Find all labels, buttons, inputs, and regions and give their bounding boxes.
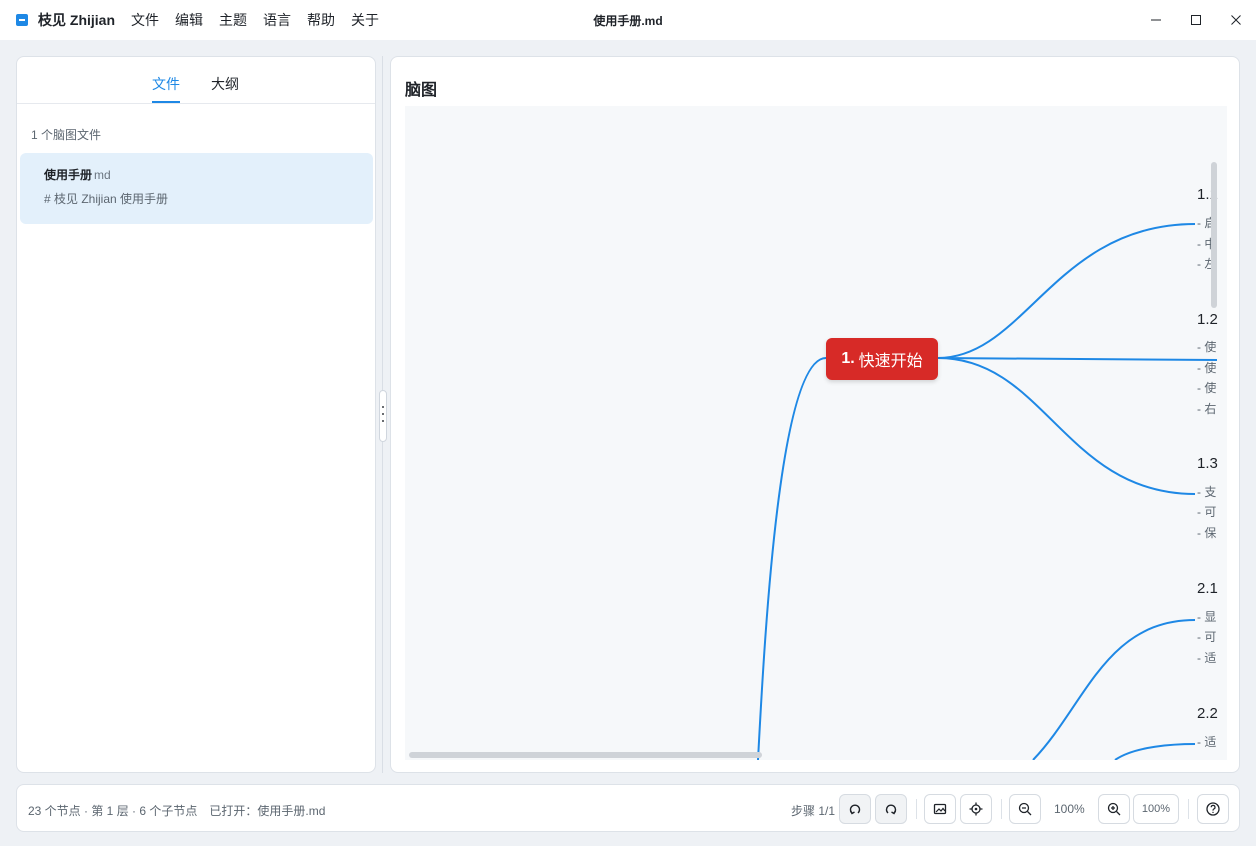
file-list-item[interactable]: 使用手册 md # 枝见 Zhijian 使用手册	[20, 153, 373, 224]
mindmap-links	[757, 223, 1218, 760]
mindmap-node-line: - 使	[1197, 361, 1217, 375]
mindmap-root-node[interactable]: 1. 快速开始	[826, 338, 938, 380]
link-to-2-1	[1032, 619, 1196, 760]
toolbar-divider	[1001, 799, 1002, 819]
menu-file[interactable]: 文件	[131, 10, 159, 30]
minimize-icon	[1151, 19, 1161, 21]
file-name-text: 使用手册	[44, 168, 93, 182]
link-parent-to-root	[757, 357, 827, 760]
menu-edit[interactable]: 编辑	[175, 10, 203, 30]
horizontal-scrollbar[interactable]	[409, 752, 762, 758]
mindmap-node-line: - 右	[1197, 402, 1217, 416]
mindmap-node-line: - 使	[1197, 340, 1217, 354]
app-logo-icon	[16, 14, 28, 26]
mindmap-canvas[interactable]: 1. 快速开始 1.1 - 启 - 中 - 左 1.2 - 使 - 使 - 使 …	[405, 106, 1227, 760]
vertical-scrollbar[interactable]	[1211, 162, 1217, 308]
active-tab-indicator	[152, 101, 180, 103]
file-preview: # 枝见 Zhijian 使用手册	[44, 192, 169, 206]
zoom-in-icon	[1107, 802, 1121, 816]
link-root-to-1-1	[937, 223, 1196, 359]
undo-button[interactable]	[839, 794, 871, 824]
step-indicator: 步骤 1/1	[791, 804, 836, 818]
panel-title: 脑图	[405, 82, 438, 99]
opened-file: 已打开：使用手册.md	[209, 804, 326, 818]
tab-files[interactable]: 文件	[152, 74, 180, 94]
mindmap-node-line: - 显	[1197, 610, 1217, 624]
locate-center-icon	[969, 802, 983, 816]
export-image-button[interactable]	[924, 794, 956, 824]
close-icon	[1231, 15, 1241, 25]
mindmap-node-line: - 支	[1197, 485, 1217, 499]
close-button[interactable]	[1216, 0, 1256, 40]
help-button[interactable]	[1197, 794, 1229, 824]
mindmap-node-title[interactable]: 1.2	[1197, 311, 1218, 328]
minimize-button[interactable]	[1136, 0, 1176, 40]
help-icon	[1206, 802, 1220, 816]
status-info: 23 个节点 · 第 1 层 · 6 个子节点 已打开：使用手册.md	[28, 802, 325, 819]
file-count: 1 个脑图文件	[31, 128, 102, 142]
link-root-to-1-3	[937, 357, 1196, 495]
image-export-icon	[933, 803, 947, 815]
zoom-level: 100%	[1054, 802, 1085, 816]
mindmap-node-title[interactable]: 2.2	[1197, 705, 1218, 722]
mindmap-node-line: - 可	[1197, 630, 1217, 644]
mindmap-node-line: - 使	[1197, 381, 1217, 395]
maximize-button[interactable]	[1176, 0, 1216, 40]
root-node-number: 1.	[841, 350, 855, 367]
zoom-out-button[interactable]	[1009, 794, 1041, 824]
toolbar-divider	[916, 799, 917, 819]
maximize-icon	[1191, 15, 1201, 25]
toolbar-divider	[1188, 799, 1189, 819]
node-summary: 23 个节点 · 第 1 层 · 6 个子节点	[28, 804, 198, 818]
mindmap-node-title[interactable]: 1.3	[1197, 455, 1218, 472]
redo-button[interactable]	[875, 794, 907, 824]
mindmap-node-line: - 适	[1197, 651, 1217, 665]
zoom-in-button[interactable]	[1098, 794, 1130, 824]
link-to-2-2	[1114, 743, 1196, 760]
link-root-to-1-2	[937, 357, 1218, 361]
file-name: 使用手册 md	[44, 166, 111, 183]
undo-icon	[849, 804, 861, 815]
zoom-out-icon	[1018, 802, 1032, 816]
menu-theme[interactable]: 主题	[219, 10, 247, 30]
sidebar: 文件 大纲 1 个脑图文件 使用手册 md # 枝见 Zhijian 使用手册	[16, 56, 376, 773]
zoom-reset-button[interactable]: 100%	[1133, 794, 1179, 824]
title-bar: 枝见 Zhijian 文件 编辑 主题 语言 帮助 关于	[0, 0, 1256, 40]
root-node-label: 快速开始	[858, 353, 923, 370]
window-controls	[1136, 0, 1256, 40]
app-title: 枝见 Zhijian	[38, 12, 115, 28]
mindmap-node-line: - 可	[1197, 505, 1217, 519]
mindmap-node-line: - 保	[1197, 526, 1217, 540]
splitter-drag-handle[interactable]	[379, 390, 387, 442]
menu-help[interactable]: 帮助	[307, 10, 335, 30]
menu-language[interactable]: 语言	[263, 10, 291, 30]
mindmap-panel: 脑图 1. 快速开始 1.1 - 启 - 中 - 左 1.2 - 使 - 使 -…	[390, 56, 1240, 773]
redo-icon	[885, 804, 897, 815]
mindmap-node-line: - 适	[1197, 735, 1217, 749]
locate-center-button[interactable]	[960, 794, 992, 824]
mindmap-node-title[interactable]: 2.1	[1197, 580, 1218, 597]
status-bar: 23 个节点 · 第 1 层 · 6 个子节点 已打开：使用手册.md 步骤 1/…	[16, 784, 1240, 832]
menu-about[interactable]: 关于	[351, 10, 379, 30]
file-extension: md	[94, 168, 111, 182]
sidebar-tabs: 文件 大纲	[17, 57, 375, 104]
tab-outline[interactable]: 大纲	[211, 74, 239, 94]
